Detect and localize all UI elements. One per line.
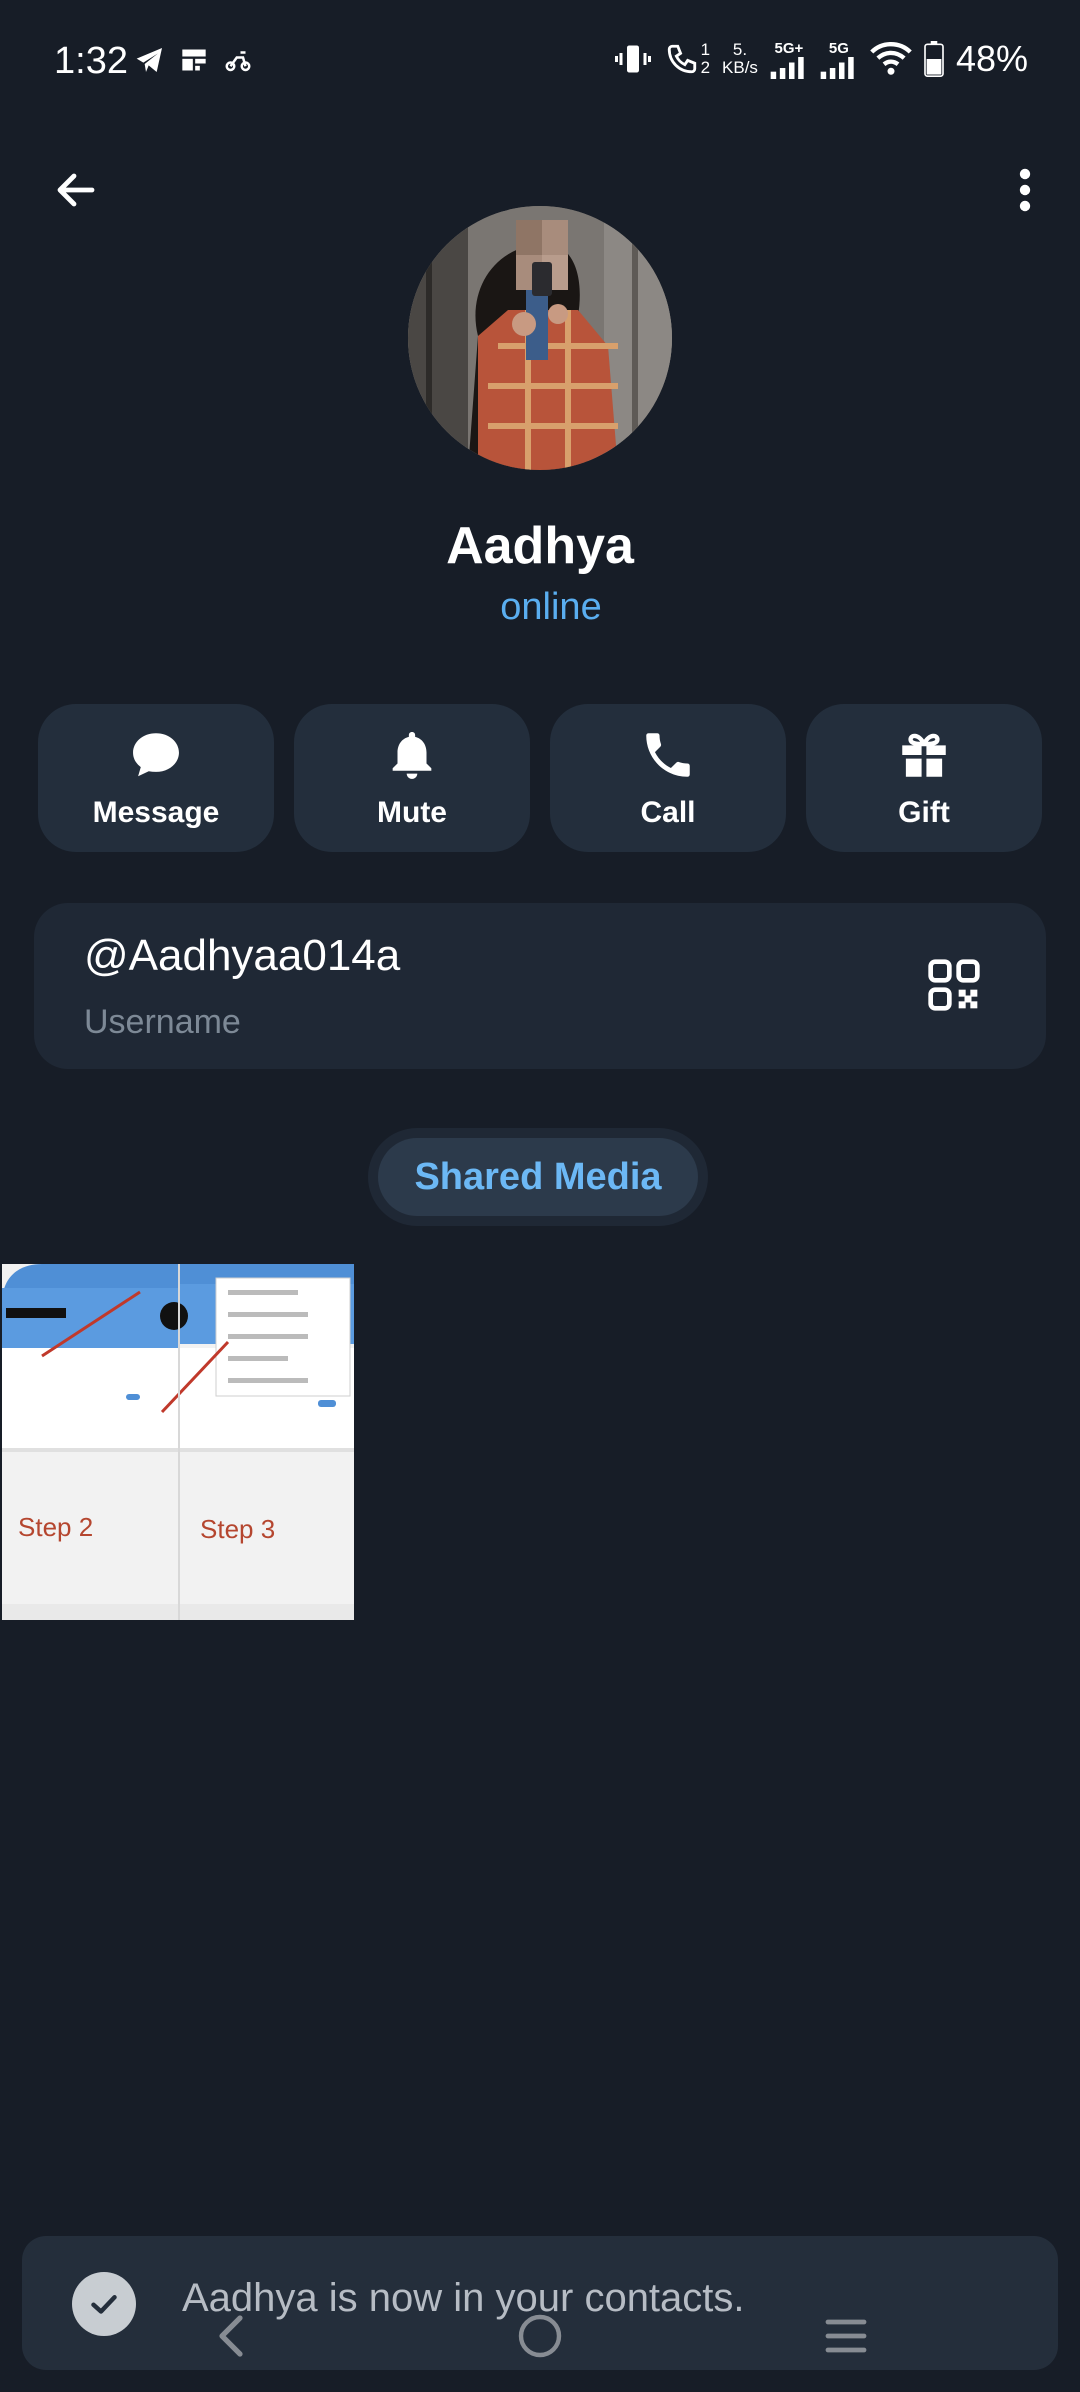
bell-icon — [392, 732, 432, 779]
mute-button[interactable]: Mute — [294, 704, 530, 852]
message-icon — [133, 733, 179, 777]
message-button[interactable]: Message — [38, 704, 274, 852]
chevron-left-icon — [219, 2315, 243, 2357]
back-button[interactable] — [46, 160, 106, 220]
signal-icon — [820, 56, 854, 79]
message-label: Message — [92, 796, 220, 829]
status-time: 1:32 — [54, 40, 128, 82]
battery-icon — [924, 41, 944, 77]
qr-code-icon — [928, 959, 980, 1011]
avatar-image — [408, 206, 672, 470]
shared-media-tab[interactable]: Shared Media — [368, 1128, 708, 1226]
wifi-icon — [870, 41, 912, 75]
username-value: @Aadhyaa014a — [84, 931, 401, 980]
shared-media-thumbnail[interactable]: Step 2 Step 3 — [2, 1264, 354, 1620]
moped-icon — [225, 51, 251, 72]
profile-avatar[interactable] — [408, 206, 672, 470]
shared-media-label: Shared Media — [378, 1138, 698, 1216]
menu-icon — [825, 2319, 867, 2353]
gift-label: Gift — [898, 796, 950, 829]
qr-code-button[interactable] — [926, 957, 982, 1013]
profile-status: online — [500, 586, 602, 628]
battery-percent: 48% — [955, 38, 1028, 79]
gift-button[interactable]: Gift — [806, 704, 1042, 852]
thumbnail-image: Step 2 Step 3 — [2, 1264, 354, 1620]
arrow-left-icon — [57, 173, 95, 207]
username-card[interactable]: @Aadhyaa014a Username — [34, 903, 1046, 1069]
thumbnail-step-left: Step 2 — [18, 1512, 93, 1542]
status-bar: 1:32 12 5. KB/s 5G+ 5G 48% — [54, 38, 1028, 82]
phone-icon — [646, 733, 690, 777]
vibrate-icon — [614, 45, 651, 73]
app-icon — [182, 49, 206, 71]
toast-message: Aadhya is now in your contacts. — [182, 2276, 745, 2320]
nav-back-button[interactable] — [200, 2304, 264, 2368]
wifi-call-icon — [667, 44, 696, 74]
profile-name: Aadhya — [446, 517, 634, 575]
username-caption: Username — [84, 1003, 241, 1041]
nav-home-button[interactable] — [508, 2304, 572, 2368]
telegram-icon — [136, 48, 162, 72]
nav-recents-button[interactable] — [814, 2304, 878, 2368]
call-label: Call — [640, 796, 696, 829]
call-button[interactable]: Call — [550, 704, 786, 852]
signal-icon — [770, 56, 804, 79]
network-speed: 5. KB/s — [722, 40, 758, 77]
gift-icon — [902, 733, 946, 777]
more-options-button[interactable] — [1000, 158, 1050, 222]
more-vertical-icon — [1019, 168, 1031, 212]
check-circle-icon — [72, 2272, 136, 2336]
thumbnail-step-right: Step 3 — [200, 1514, 275, 1544]
home-circle-icon — [518, 2314, 562, 2358]
mute-label: Mute — [377, 796, 447, 829]
action-bar: Message Mute Call Gift — [38, 704, 1042, 852]
